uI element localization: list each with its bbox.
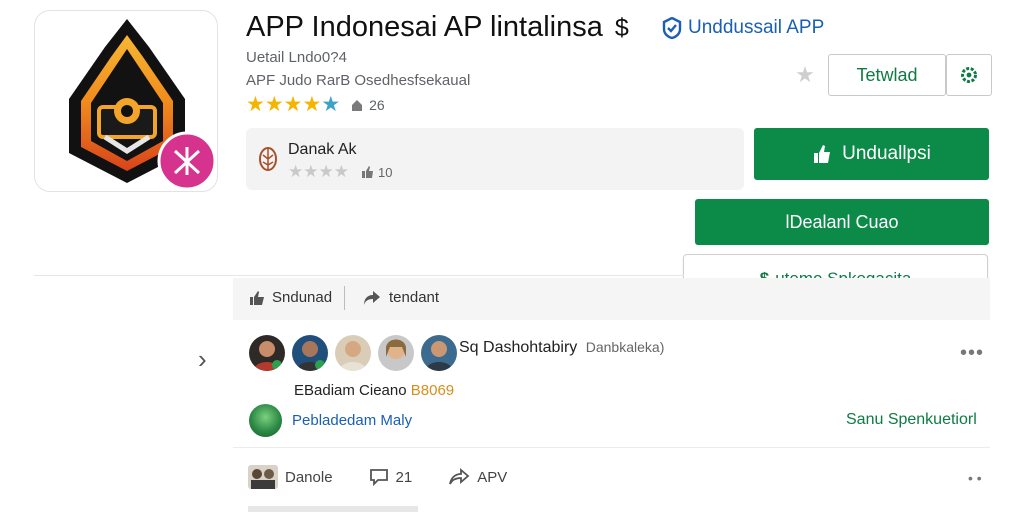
review-card[interactable]: Danak Ak ★★★★ 10 bbox=[246, 128, 744, 190]
app-meta-line2: APF Judo RarB Osedhesfsekaual bbox=[246, 72, 471, 89]
developer-link[interactable]: Unddussail APP bbox=[662, 17, 824, 39]
avatar[interactable] bbox=[421, 335, 457, 371]
stat-item-1-label: Sndunad bbox=[272, 289, 333, 306]
share-arrow-icon bbox=[364, 290, 380, 305]
gear-icon bbox=[961, 67, 977, 83]
footer-author[interactable]: Danole bbox=[248, 465, 333, 489]
app-meta-line1: Uetail Lndo0?4 bbox=[246, 49, 347, 66]
review-author: Danak Ak bbox=[288, 141, 357, 158]
avatar[interactable] bbox=[378, 335, 414, 371]
person-icon bbox=[339, 341, 367, 371]
avatar[interactable] bbox=[292, 335, 328, 371]
app-icon bbox=[34, 10, 218, 192]
review-meta: ★★★★ 10 bbox=[288, 162, 392, 182]
shield-logo-icon bbox=[69, 19, 217, 191]
thumbs-up-icon bbox=[814, 145, 831, 163]
star-icon: ★ bbox=[795, 62, 815, 87]
footer-row: Danole 21 APV bbox=[248, 465, 507, 489]
footer-share-label: APV bbox=[477, 468, 508, 486]
post-subline-number: B8069 bbox=[410, 382, 455, 399]
person-icon bbox=[386, 339, 406, 359]
install-button-label: Unduallpsi bbox=[842, 143, 931, 164]
avatar[interactable] bbox=[249, 335, 285, 371]
publisher-row[interactable]: Pebladedam Maly bbox=[249, 404, 412, 437]
wishlist-button[interactable]: ★ bbox=[784, 54, 826, 96]
author-avatar-icon bbox=[248, 465, 278, 489]
verified-badge-icon bbox=[662, 17, 682, 39]
currency-symbol: $ bbox=[614, 14, 629, 42]
like-icon bbox=[250, 290, 264, 305]
top-actions: ★ Tetwlad bbox=[784, 54, 992, 96]
post-subline-text: EBadiam Cieano bbox=[294, 382, 407, 399]
secondary-button-label: lDealanl Cuao bbox=[785, 211, 899, 232]
comment-icon bbox=[369, 469, 388, 486]
stat-item-2-label: tendant bbox=[389, 289, 440, 306]
secondary-button[interactable]: lDealanl Cuao bbox=[695, 199, 989, 245]
settings-button[interactable] bbox=[946, 54, 992, 96]
outline-action-label: Tetwlad bbox=[856, 64, 918, 85]
avatar[interactable] bbox=[335, 335, 371, 371]
chevron-right-icon[interactable]: › bbox=[198, 344, 207, 375]
next-row-edge bbox=[248, 506, 418, 512]
leaf-icon bbox=[259, 147, 277, 171]
review-stars: ★★★★ bbox=[288, 162, 349, 181]
stat-item-1[interactable]: Sndunad bbox=[249, 289, 332, 306]
developer-link-label: Unddussail APP bbox=[688, 17, 825, 38]
app-title: APP Indonesai AP lintalinsa $ bbox=[246, 10, 629, 45]
stat-separator bbox=[344, 286, 345, 310]
post-title-sub: Danbkaleka) bbox=[585, 339, 665, 355]
footer-more-icon[interactable]: • • bbox=[968, 470, 982, 486]
publisher-name: Pebladedam Maly bbox=[292, 412, 413, 429]
person-icon bbox=[425, 341, 453, 371]
avatar-group bbox=[249, 335, 457, 371]
publisher-avatar bbox=[249, 404, 282, 437]
footer-share[interactable]: APV bbox=[448, 468, 507, 486]
post-title-text: Sq Dashohtabiry bbox=[459, 339, 578, 356]
more-options-icon[interactable]: ••• bbox=[960, 342, 984, 365]
review-count-value: 10 bbox=[377, 164, 393, 180]
share-icon bbox=[449, 468, 470, 485]
person-icon bbox=[296, 341, 325, 371]
footer-author-name: Danole bbox=[285, 468, 333, 486]
publisher-link[interactable]: Sanu Spenkuetiorl bbox=[846, 411, 977, 429]
stat-item-2[interactable]: tendant bbox=[363, 289, 439, 306]
section-divider bbox=[34, 275, 684, 276]
person-icon bbox=[253, 341, 282, 371]
stat-bar: Sndunad tendant bbox=[233, 278, 990, 320]
row-divider bbox=[233, 447, 990, 448]
thumb-icon bbox=[361, 166, 373, 178]
review-count: 10 bbox=[361, 165, 392, 180]
post-title: Sq Dashohtabiry Danbkaleka) bbox=[459, 339, 664, 357]
outline-action-button[interactable]: Tetwlad bbox=[828, 54, 946, 96]
post-subline: EBadiam Cieano B8069 bbox=[294, 382, 454, 399]
app-title-text: APP Indonesai AP lintalinsa bbox=[246, 11, 603, 43]
rating-row: ★★★★★ 26 bbox=[246, 94, 385, 116]
rating-stars: ★★★★★ bbox=[246, 93, 341, 116]
install-button[interactable]: Unduallpsi bbox=[754, 128, 989, 180]
rating-count-value: 26 bbox=[369, 97, 385, 113]
footer-comments[interactable]: 21 bbox=[369, 468, 413, 486]
people-icon bbox=[352, 100, 363, 111]
rating-count: 26 bbox=[350, 97, 385, 113]
footer-comments-count: 21 bbox=[395, 468, 413, 486]
